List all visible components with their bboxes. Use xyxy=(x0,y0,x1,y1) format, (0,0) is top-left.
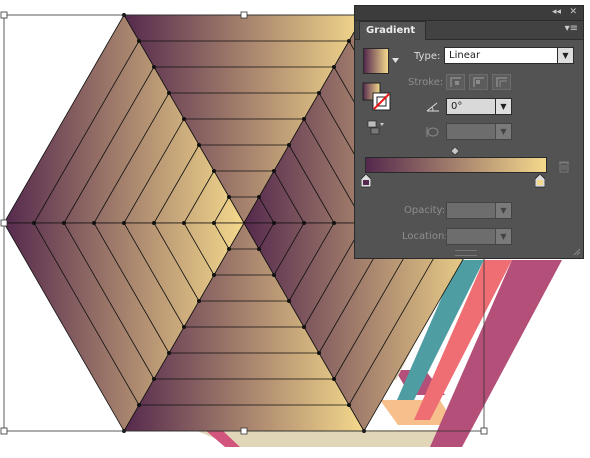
chevron-down-icon: ▼ xyxy=(557,48,573,63)
chevron-down-icon: ▼ xyxy=(495,203,511,218)
midpoint-diamond-icon[interactable] xyxy=(451,147,459,155)
type-select[interactable]: Linear ▼ xyxy=(444,47,574,64)
angle-input[interactable]: 0° ▼ xyxy=(446,98,512,115)
fill-stroke-swatch-icon[interactable] xyxy=(362,82,392,112)
stroke-across-icon xyxy=(496,77,507,87)
opacity-label: Opacity: xyxy=(404,205,446,216)
angle-value: 0° xyxy=(451,101,463,112)
stroke-within-button xyxy=(446,74,465,90)
gradient-slider[interactable] xyxy=(365,157,547,173)
stroke-along-icon xyxy=(473,77,484,87)
gradient-slider-bar[interactable] xyxy=(365,157,547,173)
stroke-label: Stroke: xyxy=(408,77,444,88)
swatch-dropdown-icon[interactable] xyxy=(392,58,400,64)
trash-icon xyxy=(559,161,569,173)
chevron-down-icon: ▼ xyxy=(495,229,511,244)
stroke-along-button xyxy=(469,74,488,90)
resize-handle-tm[interactable] xyxy=(240,11,248,19)
panel-menu-button[interactable]: ▾≡ xyxy=(565,23,578,34)
opacity-input: ▼ xyxy=(446,202,512,219)
panel-drag-handle[interactable] xyxy=(455,250,477,256)
panel-tab-row: Gradient ▾≡ xyxy=(355,21,583,40)
gradient-swatch[interactable] xyxy=(363,48,389,74)
location-input: ▼ xyxy=(446,228,512,245)
gradient-stop-left[interactable] xyxy=(361,174,371,188)
chevron-down-icon: ▼ xyxy=(495,124,511,139)
resize-handle-bm[interactable] xyxy=(240,427,248,435)
gradient-stop-right[interactable] xyxy=(535,174,545,188)
collapse-panel-button[interactable]: ◂◂ xyxy=(552,7,561,17)
resize-handle-ml[interactable] xyxy=(0,219,8,227)
chevron-down-icon[interactable]: ▼ xyxy=(495,99,511,114)
aspect-ratio-icon xyxy=(426,127,439,137)
resize-handle-tl[interactable] xyxy=(0,11,8,19)
panel-titlebar[interactable]: ◂◂ ✕ xyxy=(355,6,583,21)
resize-handle-bl[interactable] xyxy=(0,427,8,435)
stroke-across-button xyxy=(492,74,511,90)
reverse-gradient-icon[interactable] xyxy=(367,120,385,136)
gradient-panel[interactable]: ◂◂ ✕ Gradient ▾≡ Type: Linear ▼ Stroke: xyxy=(354,5,584,259)
aspect-ratio-input: ▼ xyxy=(446,123,512,140)
tab-gradient-label: Gradient xyxy=(366,25,416,36)
stroke-within-icon xyxy=(450,77,461,87)
close-panel-button[interactable]: ✕ xyxy=(569,7,577,17)
location-label: Location: xyxy=(402,231,448,242)
type-select-value: Linear xyxy=(449,50,481,61)
type-label: Type: xyxy=(414,51,441,62)
tab-gradient[interactable]: Gradient xyxy=(359,21,427,40)
resize-handle-br[interactable] xyxy=(480,427,488,435)
resize-grip-icon[interactable] xyxy=(573,248,581,256)
angle-icon xyxy=(426,102,439,112)
